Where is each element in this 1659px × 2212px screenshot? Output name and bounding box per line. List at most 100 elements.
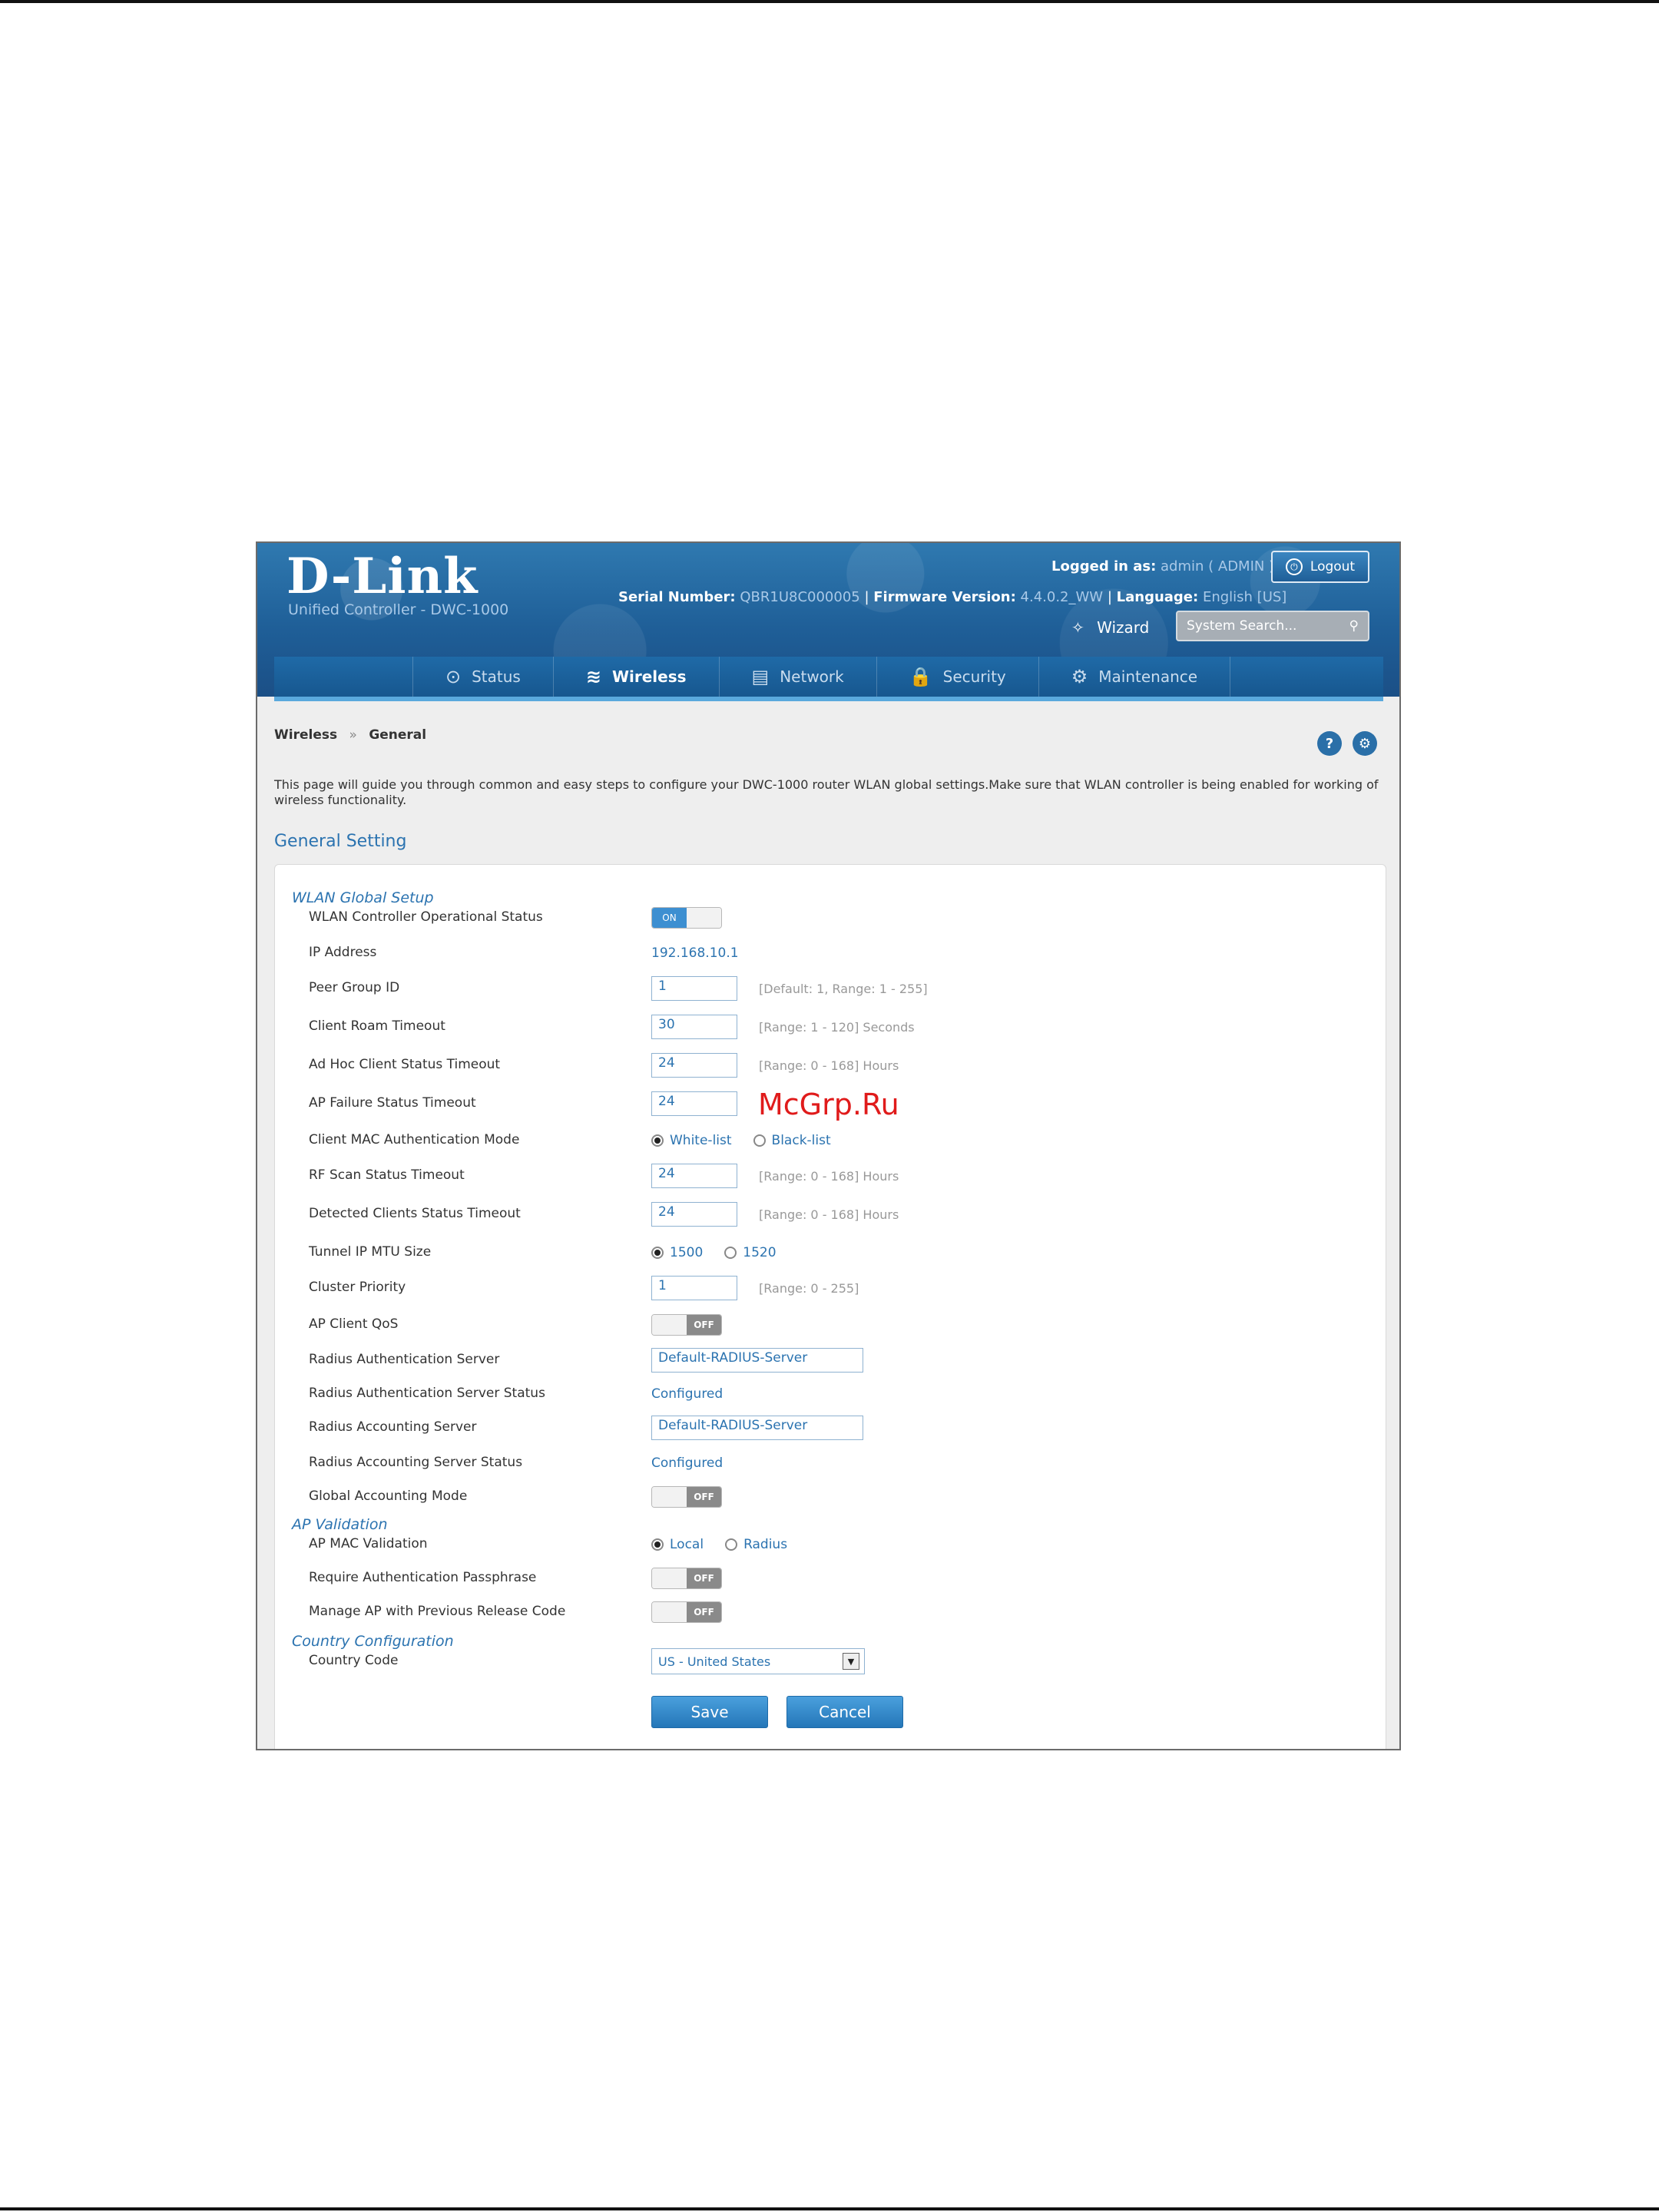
language-label: Language: (1116, 589, 1199, 605)
country-code-select[interactable]: US - United States ▼ (651, 1648, 865, 1674)
nav-status[interactable]: ⊙ Status (412, 657, 553, 697)
row-detected: Detected Clients Status Timeout 24 [Rang… (275, 1202, 1386, 1227)
row-mtu: Tunnel IP MTU Size 1500 1520 (275, 1241, 1386, 1264)
nav-label: Security (942, 667, 1006, 686)
ap-failure-input[interactable]: 24 (651, 1091, 737, 1116)
require-pass-toggle[interactable]: OFF (651, 1568, 722, 1589)
wifi-icon: ≋ (585, 666, 601, 687)
detected-input[interactable]: 24 (651, 1202, 737, 1227)
field-label: Client Roam Timeout (309, 1018, 445, 1034)
nav-maintenance[interactable]: ⚙ Maintenance (1038, 657, 1231, 697)
save-button[interactable]: Save (651, 1696, 768, 1728)
row-rf-scan: RF Scan Status Timeout 24 [Range: 0 - 16… (275, 1164, 1386, 1188)
cancel-button[interactable]: Cancel (786, 1696, 903, 1728)
list-icon: ▤ (751, 666, 770, 687)
field-label: Peer Group ID (309, 980, 400, 995)
search-input[interactable]: System Search... ⚲ (1176, 611, 1369, 641)
toggle-on (652, 1315, 687, 1335)
nav-label: Status (472, 667, 521, 686)
logout-label: Logout (1310, 559, 1356, 575)
radio-mtu-1500[interactable]: 1500 (651, 1245, 703, 1260)
radio-dot (651, 1134, 664, 1147)
breadcrumb-parent[interactable]: Wireless (274, 727, 337, 743)
radio-dot (724, 1247, 737, 1259)
radio-label: 1520 (743, 1245, 777, 1260)
field-hint: [Range: 0 - 168] Hours (759, 1207, 899, 1222)
field-label: IP Address (309, 945, 377, 960)
toggle-on (652, 1602, 687, 1622)
gauge-icon: ⊙ (445, 666, 462, 687)
row-roam-timeout: Client Roam Timeout 30 [Range: 1 - 120] … (275, 1015, 1386, 1039)
firmware-value: 4.4.0.2_WW (1020, 589, 1104, 605)
field-label: Radius Authentication Server (309, 1352, 500, 1367)
row-radius-acct: Radius Accounting Server Default-RADIUS-… (275, 1416, 1386, 1440)
header: D-Link Unified Controller - DWC-1000 Ser… (257, 543, 1399, 697)
radio-mtu-1520[interactable]: 1520 (724, 1245, 777, 1260)
radio-dot (753, 1134, 766, 1147)
radius-auth-input[interactable]: Default-RADIUS-Server (651, 1348, 863, 1373)
rf-scan-input[interactable]: 24 (651, 1164, 737, 1188)
row-op-status: WLAN Controller Operational Status ON (275, 906, 1386, 929)
adhoc-timeout-input[interactable]: 24 (651, 1053, 737, 1078)
row-ap-qos: AP Client QoS OFF (275, 1313, 1386, 1336)
field-label: Detected Clients Status Timeout (309, 1206, 521, 1221)
radio-label: Local (670, 1537, 704, 1552)
radio-white-list[interactable]: White-list (651, 1133, 732, 1148)
settings-icon[interactable]: ⚙ (1353, 731, 1377, 756)
row-country-code: Country Code US - United States ▼ (275, 1648, 1386, 1674)
screenshot-frame: D-Link Unified Controller - DWC-1000 Ser… (256, 541, 1401, 1750)
language-value[interactable]: English [US] (1203, 589, 1286, 605)
page-bottom-rule (0, 2207, 1659, 2210)
global-acct-toggle[interactable]: OFF (651, 1486, 722, 1508)
field-label: AP Client QoS (309, 1316, 399, 1332)
serial-value: QBR1U8C000005 (740, 589, 860, 605)
logout-button[interactable]: ⏻ Logout (1271, 551, 1369, 583)
row-ap-mac: AP MAC Validation Local Radius (275, 1533, 1386, 1556)
nav-wireless[interactable]: ≋ Wireless (552, 657, 719, 697)
toggle-off: OFF (687, 1602, 721, 1622)
page-description: This page will guide you through common … (274, 777, 1379, 807)
row-radius-acct-status: Radius Accounting Server Status Configur… (275, 1452, 1386, 1475)
nav-label: Wireless (611, 667, 687, 686)
row-global-acct: Global Accounting Mode OFF (275, 1485, 1386, 1508)
cluster-input[interactable]: 1 (651, 1276, 737, 1300)
search-icon: ⚲ (1349, 618, 1359, 634)
help-icon[interactable]: ? (1317, 731, 1342, 756)
radio-label: Radius (743, 1537, 788, 1552)
group-title-wlan: WLAN Global Setup (292, 889, 434, 906)
radio-black-list[interactable]: Black-list (753, 1133, 831, 1148)
logo-subtitle: Unified Controller - DWC-1000 (288, 601, 509, 618)
op-status-toggle[interactable]: ON (651, 907, 722, 929)
radio-local[interactable]: Local (651, 1537, 704, 1552)
field-hint: [Range: 1 - 120] Seconds (759, 1019, 915, 1035)
nav-network[interactable]: ▤ Network (718, 657, 876, 697)
toggle-off: OFF (687, 1568, 721, 1588)
nav-security[interactable]: 🔒 Security (876, 657, 1038, 697)
field-hint: [Default: 1, Range: 1 - 255] (759, 981, 928, 996)
nav-underline (274, 697, 1383, 701)
breadcrumb-separator: » (349, 727, 357, 743)
manage-ap-toggle[interactable]: OFF (651, 1601, 722, 1623)
divider: | (864, 589, 874, 605)
peer-group-input[interactable]: 1 (651, 976, 737, 1001)
divider: | (1107, 589, 1117, 605)
roam-timeout-input[interactable]: 30 (651, 1015, 737, 1039)
ap-qos-toggle[interactable]: OFF (651, 1314, 722, 1336)
row-radius-auth: Radius Authentication Server Default-RAD… (275, 1348, 1386, 1373)
login-info: Logged in as: admin ( ADMIN ) (1051, 558, 1274, 575)
watermark: McGrp.Ru (758, 1088, 899, 1121)
field-label: Tunnel IP MTU Size (309, 1244, 432, 1260)
wizard-label: Wizard (1097, 618, 1150, 637)
field-label: RF Scan Status Timeout (309, 1167, 465, 1183)
row-require-pass: Require Authentication Passphrase OFF (275, 1567, 1386, 1590)
radius-acct-input[interactable]: Default-RADIUS-Server (651, 1416, 863, 1440)
field-hint: [Range: 0 - 168] Hours (759, 1168, 899, 1184)
select-value: US - United States (658, 1654, 771, 1669)
wand-icon: ✧ (1071, 618, 1084, 637)
field-label: WLAN Controller Operational Status (309, 909, 543, 925)
radio-radius[interactable]: Radius (725, 1537, 787, 1552)
radio-label: Black-list (771, 1133, 831, 1148)
firmware-label: Firmware Version: (873, 589, 1016, 605)
toggle-off: OFF (687, 1487, 721, 1507)
wizard-link[interactable]: ✧ Wizard (1071, 618, 1149, 637)
